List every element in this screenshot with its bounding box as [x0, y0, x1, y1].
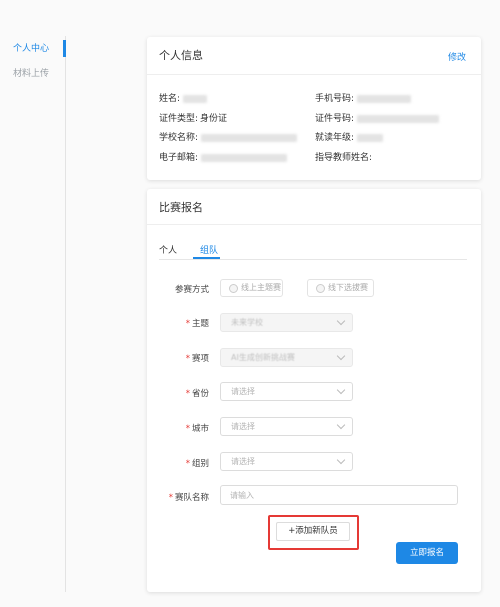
sidebar-item-personal-center[interactable]: 个人中心	[0, 43, 62, 55]
chevron-down-icon	[336, 455, 346, 465]
card-divider	[147, 74, 481, 75]
group-select[interactable]: 请选择	[220, 452, 353, 471]
personal-info-card: 个人信息 修改 姓名: 手机号码: 证件类型: 身份证 证件号码: 学校名称: 就…	[147, 37, 481, 180]
city-placeholder: 请选择	[231, 422, 255, 431]
tab-individual[interactable]: 个人	[159, 243, 177, 256]
info-grade: 就读年级:	[315, 130, 384, 143]
redacted-value	[183, 94, 208, 103]
sidebar-item-material-upload[interactable]: 材料上传	[0, 68, 62, 80]
sidebar: 个人中心 材料上传	[0, 0, 66, 607]
mode-option-offline[interactable]: 线下选拔赛	[307, 279, 374, 297]
info-id-type: 证件类型: 身份证	[159, 111, 227, 124]
info-id-number-label: 证件号码:	[315, 114, 355, 124]
chevron-down-icon	[336, 420, 346, 430]
active-indicator	[63, 40, 66, 57]
radio-icon	[229, 284, 238, 293]
info-teacher: 指导教师姓名:	[315, 150, 372, 163]
mode-option-online[interactable]: 线上主题赛	[220, 279, 283, 297]
mode-option-offline-label: 线下选拔赛	[328, 283, 368, 292]
add-member-button[interactable]: +添加新队员	[276, 522, 350, 541]
info-school: 学校名称:	[159, 130, 298, 143]
mode-option-online-label: 线上主题赛	[241, 283, 281, 292]
province-select[interactable]: 请选择	[220, 382, 353, 401]
info-id-number: 证件号码:	[315, 111, 440, 124]
card-divider	[147, 224, 481, 225]
edit-link[interactable]: 修改	[448, 50, 466, 63]
group-placeholder: 请选择	[231, 457, 255, 466]
info-name-label: 姓名:	[159, 94, 181, 104]
chevron-down-icon	[336, 351, 346, 361]
tab-team[interactable]: 组队	[200, 243, 218, 256]
submit-button[interactable]: 立即报名	[396, 542, 458, 564]
theme-select[interactable]: 未来学校	[220, 313, 353, 332]
info-email: 电子邮箱:	[159, 150, 288, 163]
personal-info-title: 个人信息	[159, 49, 203, 62]
info-name: 姓名:	[159, 91, 208, 104]
info-email-label: 电子邮箱:	[159, 153, 199, 163]
info-phone: 手机号码:	[315, 91, 412, 104]
chevron-down-icon	[336, 316, 346, 326]
info-teacher-label: 指导教师姓名:	[315, 153, 373, 163]
radio-icon	[316, 284, 325, 293]
track-label: * 赛项	[185, 354, 209, 364]
info-phone-label: 手机号码:	[315, 94, 355, 104]
redacted-value	[357, 114, 440, 123]
team-name-label: * 赛队名称	[168, 493, 209, 503]
info-id-type-label: 证件类型:	[159, 114, 199, 124]
theme-label: * 主题	[185, 319, 209, 329]
team-name-input[interactable]	[221, 486, 457, 504]
team-name-field[interactable]	[220, 485, 458, 505]
theme-value: 未来学校	[231, 318, 263, 327]
tab-divider	[159, 259, 467, 260]
redacted-value	[357, 94, 412, 103]
registration-title: 比赛报名	[159, 201, 203, 214]
sidebar-divider	[65, 36, 66, 592]
city-select[interactable]: 请选择	[220, 417, 353, 436]
province-label: * 省份	[185, 389, 209, 399]
registration-card: 比赛报名 个人 组队 参赛方式 线上主题赛 线下选拔赛 * 主题 未来学校 * 赛项…	[147, 189, 481, 592]
chevron-down-icon	[336, 385, 346, 395]
mode-label: 参赛方式	[174, 285, 209, 295]
track-select[interactable]: AI生成创新挑战赛	[220, 348, 353, 367]
info-grade-label: 就读年级:	[315, 133, 355, 143]
info-id-type-value: 身份证	[200, 114, 228, 124]
group-label: * 组别	[185, 459, 209, 469]
redacted-value	[201, 153, 288, 162]
info-school-label: 学校名称:	[159, 133, 199, 143]
track-value: AI生成创新挑战赛	[231, 353, 295, 362]
province-placeholder: 请选择	[231, 387, 255, 396]
city-label: * 城市	[185, 424, 209, 434]
redacted-value	[201, 133, 298, 142]
redacted-value	[357, 133, 384, 142]
